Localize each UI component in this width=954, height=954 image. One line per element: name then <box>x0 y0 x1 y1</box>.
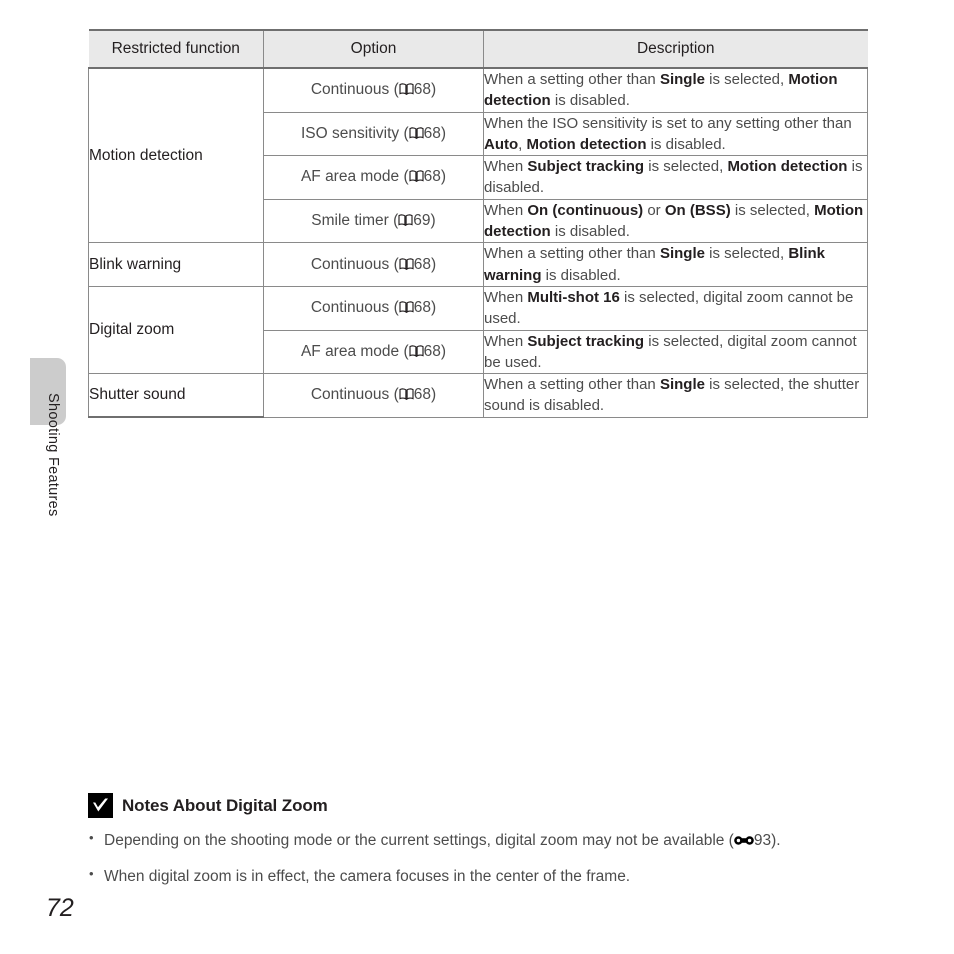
table-row: Digital zoom Continuous (68) When Multi-sh… <box>88 285 868 375</box>
table-body: Motion detection Continuous (68) When a se… <box>88 67 868 419</box>
notes-section: Notes About Digital Zoom Depending on th… <box>88 793 878 901</box>
table-row: Shutter sound Continuous (68) When a setti… <box>88 373 868 419</box>
restricted-functions-table: Restricted function Option Description M… <box>88 29 868 419</box>
book-icon <box>398 214 413 227</box>
description-cell: When On (continuous) or On (BSS) is sele… <box>483 198 868 244</box>
option-cell: Continuous (68) <box>263 242 484 287</box>
column-header-option: Option <box>263 29 484 69</box>
page-number: 72 <box>46 894 74 922</box>
chapter-label: Shooting Features <box>45 393 61 517</box>
restricted-function-name: Shutter sound <box>88 373 264 419</box>
description-cell: When a setting other than Single is sele… <box>483 67 868 113</box>
option-cell: Continuous (68) <box>263 285 484 331</box>
column-header-description: Description <box>483 29 868 69</box>
note-item: When digital zoom is in effect, the came… <box>88 865 878 889</box>
description-cell: When a setting other than Single is sele… <box>483 242 868 287</box>
book-icon <box>399 83 414 96</box>
book-icon <box>409 127 424 139</box>
description-cell: When Multi-shot 16 is selected, digital … <box>483 285 868 331</box>
option-cell: ISO sensitivity (68) <box>263 111 484 157</box>
notes-heading: Notes About Digital Zoom <box>88 793 878 818</box>
notes-title: Notes About Digital Zoom <box>122 795 328 815</box>
option-cell: Smile timer (69) <box>263 198 484 244</box>
book-icon <box>399 257 414 270</box>
option-cell: Continuous (68) <box>263 373 484 418</box>
restricted-function-name: Digital zoom <box>88 285 264 375</box>
description-cell: When Subject tracking is selected, Motio… <box>483 155 868 200</box>
description-cell: When a setting other than Single is sele… <box>483 373 868 418</box>
book-icon <box>409 170 424 183</box>
description-cell: When the ISO sensitivity is set to any s… <box>483 111 868 157</box>
note-item: Depending on the shooting mode or the cu… <box>88 829 878 853</box>
advanced-section-icon <box>734 835 754 846</box>
option-cell: Continuous (68) <box>263 67 484 113</box>
column-header-function: Restricted function <box>88 29 264 69</box>
caution-check-icon <box>88 793 113 818</box>
description-cell: When Subject tracking is selected, digit… <box>483 329 868 375</box>
restricted-function-name: Motion detection <box>88 67 264 244</box>
table-row: Blink warning Continuous (68) When a setti… <box>88 242 868 287</box>
notes-list: Depending on the shooting mode or the cu… <box>88 829 878 889</box>
book-icon <box>409 345 424 357</box>
book-icon <box>399 301 414 314</box>
table-header-row: Restricted function Option Description <box>88 29 868 69</box>
restricted-function-name: Blink warning <box>88 242 264 287</box>
table-row: Motion detection Continuous (68) When a se… <box>88 67 868 244</box>
option-cell: AF area mode (68) <box>263 155 484 200</box>
option-cell: AF area mode (68) <box>263 329 484 375</box>
book-icon <box>399 388 414 401</box>
